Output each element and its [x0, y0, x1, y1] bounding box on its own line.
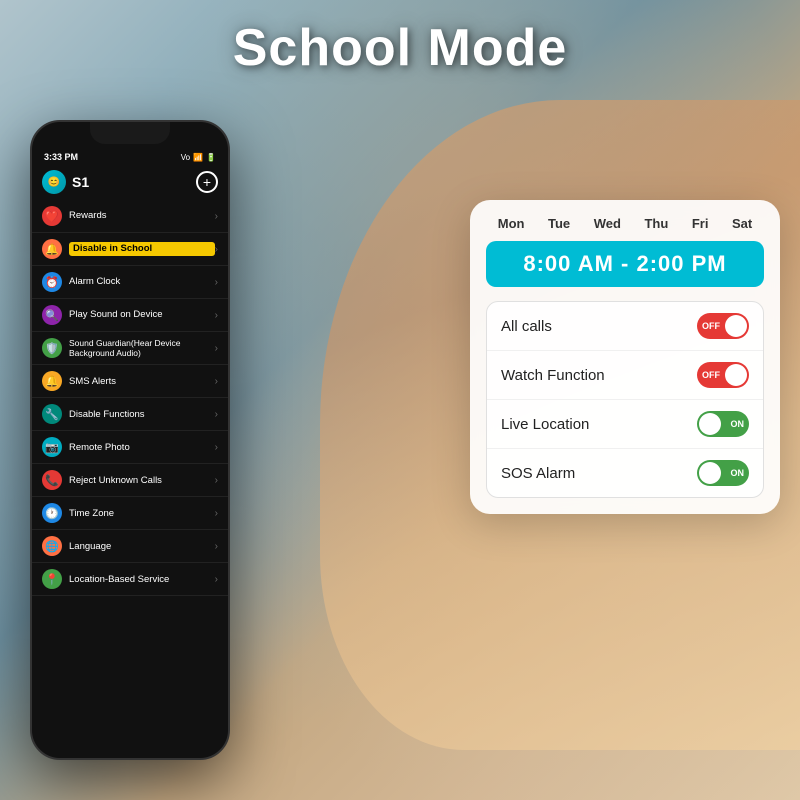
menu-item-label: Location-Based Service — [69, 574, 215, 585]
disable-school-icon: 🔔 — [42, 239, 62, 259]
day-mon: Mon — [498, 216, 525, 231]
username: S1 — [72, 174, 89, 190]
menu-item-label: Reject Unknown Calls — [69, 475, 215, 486]
time-range-text: 8:00 AM - 2:00 PM — [523, 251, 726, 276]
feature-row-sos: SOS Alarm ON — [487, 449, 763, 497]
school-mode-panel: Mon Tue Wed Thu Fri Sat 8:00 AM - 2:00 P… — [470, 200, 780, 514]
menu-item-label: Play Sound on Device — [69, 309, 215, 320]
phone-mockup: 3:33 PM Vo 📶 🔋 😊 S1 + ❤️ Rewards › — [30, 120, 230, 760]
feature-row-watch: Watch Function OFF — [487, 351, 763, 400]
phone-notch — [90, 122, 170, 144]
signal-icon: Vo — [181, 153, 190, 162]
toggle-state-label: ON — [731, 419, 745, 429]
toggle-knob — [725, 315, 747, 337]
toggle-state-label: OFF — [702, 370, 720, 380]
chevron-icon: › — [215, 211, 218, 222]
feature-row-location: Live Location ON — [487, 400, 763, 449]
page-title: School Mode — [0, 18, 800, 78]
list-item[interactable]: 🔔 SMS Alerts › — [32, 365, 228, 398]
play-sound-icon: 🔍 — [42, 305, 62, 325]
sos-alarm-toggle[interactable]: ON — [697, 460, 749, 486]
phone-screen: 3:33 PM Vo 📶 🔋 😊 S1 + ❤️ Rewards › — [32, 122, 228, 758]
disable-func-icon: 🔧 — [42, 404, 62, 424]
menu-item-label: Alarm Clock — [69, 276, 215, 287]
day-wed: Wed — [594, 216, 621, 231]
chevron-icon: › — [215, 475, 218, 486]
status-bar: 3:33 PM Vo 📶 🔋 — [32, 150, 228, 166]
battery-icon: 🔋 — [206, 153, 216, 162]
chevron-icon: › — [215, 508, 218, 519]
list-item[interactable]: ⏰ Alarm Clock › — [32, 266, 228, 299]
list-item[interactable]: 🔧 Disable Functions › — [32, 398, 228, 431]
feature-label: Live Location — [501, 416, 589, 433]
sms-icon: 🔔 — [42, 371, 62, 391]
day-fri: Fri — [692, 216, 709, 231]
toggle-knob — [699, 413, 721, 435]
list-item[interactable]: 🌐 Language › — [32, 530, 228, 563]
list-item[interactable]: 🕐 Time Zone › — [32, 497, 228, 530]
time-range-bar: 8:00 AM - 2:00 PM — [486, 241, 764, 287]
menu-item-label: Disable in School — [69, 242, 215, 255]
list-item[interactable]: 📍 Location-Based Service › — [32, 563, 228, 596]
timezone-icon: 🕐 — [42, 503, 62, 523]
chevron-icon: › — [215, 541, 218, 552]
menu-item-label: Sound Guardian(Hear Device Background Au… — [69, 338, 215, 358]
alarm-icon: ⏰ — [42, 272, 62, 292]
feature-label: Watch Function — [501, 367, 605, 384]
chevron-icon: › — [215, 442, 218, 453]
chevron-icon: › — [215, 343, 218, 354]
menu-item-label: Time Zone — [69, 508, 215, 519]
feature-row-calls: All calls OFF — [487, 302, 763, 351]
live-location-toggle[interactable]: ON — [697, 411, 749, 437]
all-calls-toggle[interactable]: OFF — [697, 313, 749, 339]
days-row: Mon Tue Wed Thu Fri Sat — [486, 216, 764, 231]
chevron-icon: › — [215, 310, 218, 321]
language-icon: 🌐 — [42, 536, 62, 556]
chevron-icon: › — [215, 277, 218, 288]
watch-function-toggle[interactable]: OFF — [697, 362, 749, 388]
menu-item-label: SMS Alerts — [69, 376, 215, 387]
menu-item-label: Disable Functions — [69, 409, 215, 420]
feature-label: All calls — [501, 318, 552, 335]
toggle-state-label: ON — [731, 468, 745, 478]
list-item[interactable]: 📷 Remote Photo › — [32, 431, 228, 464]
day-tue: Tue — [548, 216, 570, 231]
list-item[interactable]: ❤️ Rewards › — [32, 200, 228, 233]
toggle-state-label: OFF — [702, 321, 720, 331]
list-item[interactable]: 📞 Reject Unknown Calls › — [32, 464, 228, 497]
list-item[interactable]: 🔍 Play Sound on Device › — [32, 299, 228, 332]
menu-item-label: Rewards — [69, 210, 215, 221]
location-icon: 📍 — [42, 569, 62, 589]
menu-item-label: Remote Photo — [69, 442, 215, 453]
day-thu: Thu — [644, 216, 668, 231]
status-icons: Vo 📶 🔋 — [181, 153, 216, 162]
chevron-icon: › — [215, 574, 218, 585]
chevron-icon: › — [215, 244, 218, 255]
toggle-knob — [725, 364, 747, 386]
wifi-icon: 📶 — [193, 153, 203, 162]
add-button[interactable]: + — [196, 171, 218, 193]
chevron-icon: › — [215, 376, 218, 387]
sound-guardian-icon: 🛡️ — [42, 338, 62, 358]
feature-label: SOS Alarm — [501, 465, 575, 482]
menu-item-label: Language — [69, 541, 215, 552]
rewards-icon: ❤️ — [42, 206, 62, 226]
user-avatar: 😊 — [42, 170, 66, 194]
reject-calls-icon: 📞 — [42, 470, 62, 490]
features-box: All calls OFF Watch Function OFF Live Lo… — [486, 301, 764, 498]
toggle-knob — [699, 462, 721, 484]
remote-photo-icon: 📷 — [42, 437, 62, 457]
list-item[interactable]: 🛡️ Sound Guardian(Hear Device Background… — [32, 332, 228, 365]
menu-list: ❤️ Rewards › 🔔 Disable in School › ⏰ Ala… — [32, 200, 228, 596]
day-sat: Sat — [732, 216, 752, 231]
header-left: 😊 S1 — [42, 170, 89, 194]
chevron-icon: › — [215, 409, 218, 420]
list-item[interactable]: 🔔 Disable in School › — [32, 233, 228, 266]
phone-header: 😊 S1 + — [32, 166, 228, 200]
status-time: 3:33 PM — [44, 152, 78, 162]
